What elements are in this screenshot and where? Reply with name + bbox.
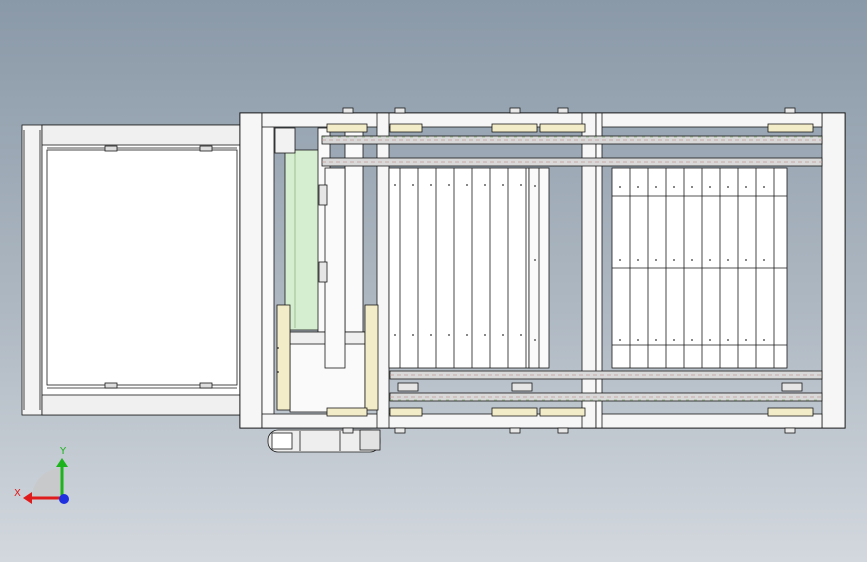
feed-conveyor-module xyxy=(21,124,243,416)
chain-top-1 xyxy=(321,135,823,145)
conveyor-assembly-top-view[interactable] xyxy=(0,0,867,562)
chain-top-2 xyxy=(321,157,823,167)
cad-viewport[interactable]: Y X xyxy=(0,0,867,562)
x-axis-arrowhead xyxy=(23,492,32,504)
chain-bottom-2 xyxy=(389,392,823,402)
slats-section-1 xyxy=(388,167,550,369)
x-axis-label: X xyxy=(14,488,21,499)
drive-motor xyxy=(267,429,381,453)
y-axis-arrowhead xyxy=(56,458,68,467)
z-axis-dot xyxy=(59,494,69,504)
chain-bottom-1 xyxy=(389,370,823,380)
triad-arc xyxy=(32,468,62,498)
slats-section-2 xyxy=(611,167,788,369)
y-axis-label: Y xyxy=(59,446,67,457)
coordinate-triad: Y X xyxy=(14,446,69,504)
